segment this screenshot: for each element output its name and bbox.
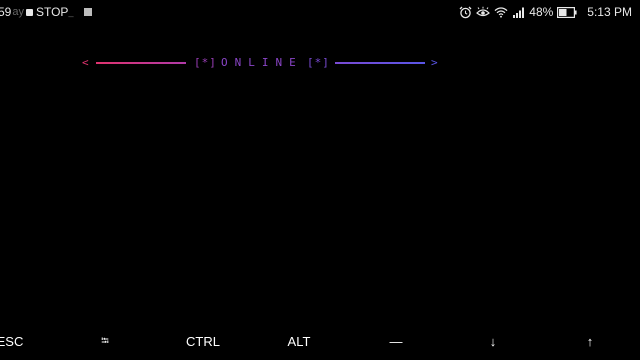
battery-icon <box>557 5 577 19</box>
signal-icon <box>512 5 526 19</box>
status-right: 48% 5:13 PM <box>458 0 632 24</box>
alt-key[interactable]: ALT <box>251 326 347 358</box>
banner-line-left <box>96 62 186 64</box>
wifi-icon <box>494 5 508 19</box>
banner-line-right <box>335 62 425 64</box>
banner-status-word: ONLINE <box>221 56 303 69</box>
status-bar: 59 ay STOP _ 48% 5:13 PM <box>0 0 640 24</box>
banner-arrow-left: < <box>82 56 89 69</box>
ctrl-key[interactable]: CTRL <box>155 326 251 358</box>
banner-bracket-right: [*] <box>307 56 330 69</box>
eye-comfort-icon <box>476 5 491 19</box>
status-left: 59 ay STOP _ <box>0 0 93 24</box>
stop-square-icon[interactable] <box>84 8 93 16</box>
recording-day-fade: ay <box>12 6 24 18</box>
alarm-icon <box>458 5 472 19</box>
stop-label-fade: _ <box>68 7 74 17</box>
dash-key[interactable]: — <box>348 326 444 358</box>
banner-bracket-left: [*] <box>194 56 217 69</box>
arrow-up-key[interactable]: ↑ <box>542 326 638 358</box>
online-banner: < [*] ONLINE [*] > <box>0 52 640 74</box>
recording-timer: 59 <box>0 5 12 19</box>
esc-key[interactable]: ESC <box>0 326 58 358</box>
battery-percent: 48% <box>529 5 554 19</box>
banner-arrow-right: > <box>431 56 438 69</box>
extra-keys-row: ESC ⭾ CTRL ALT — ↓ ↑ <box>0 326 640 358</box>
tab-key[interactable]: ⭾ <box>57 326 153 358</box>
arrow-down-key[interactable]: ↓ <box>445 326 541 358</box>
status-clock: 5:13 PM <box>587 5 632 19</box>
record-dot-icon <box>25 8 33 16</box>
stop-recording-label[interactable]: STOP <box>36 5 68 19</box>
